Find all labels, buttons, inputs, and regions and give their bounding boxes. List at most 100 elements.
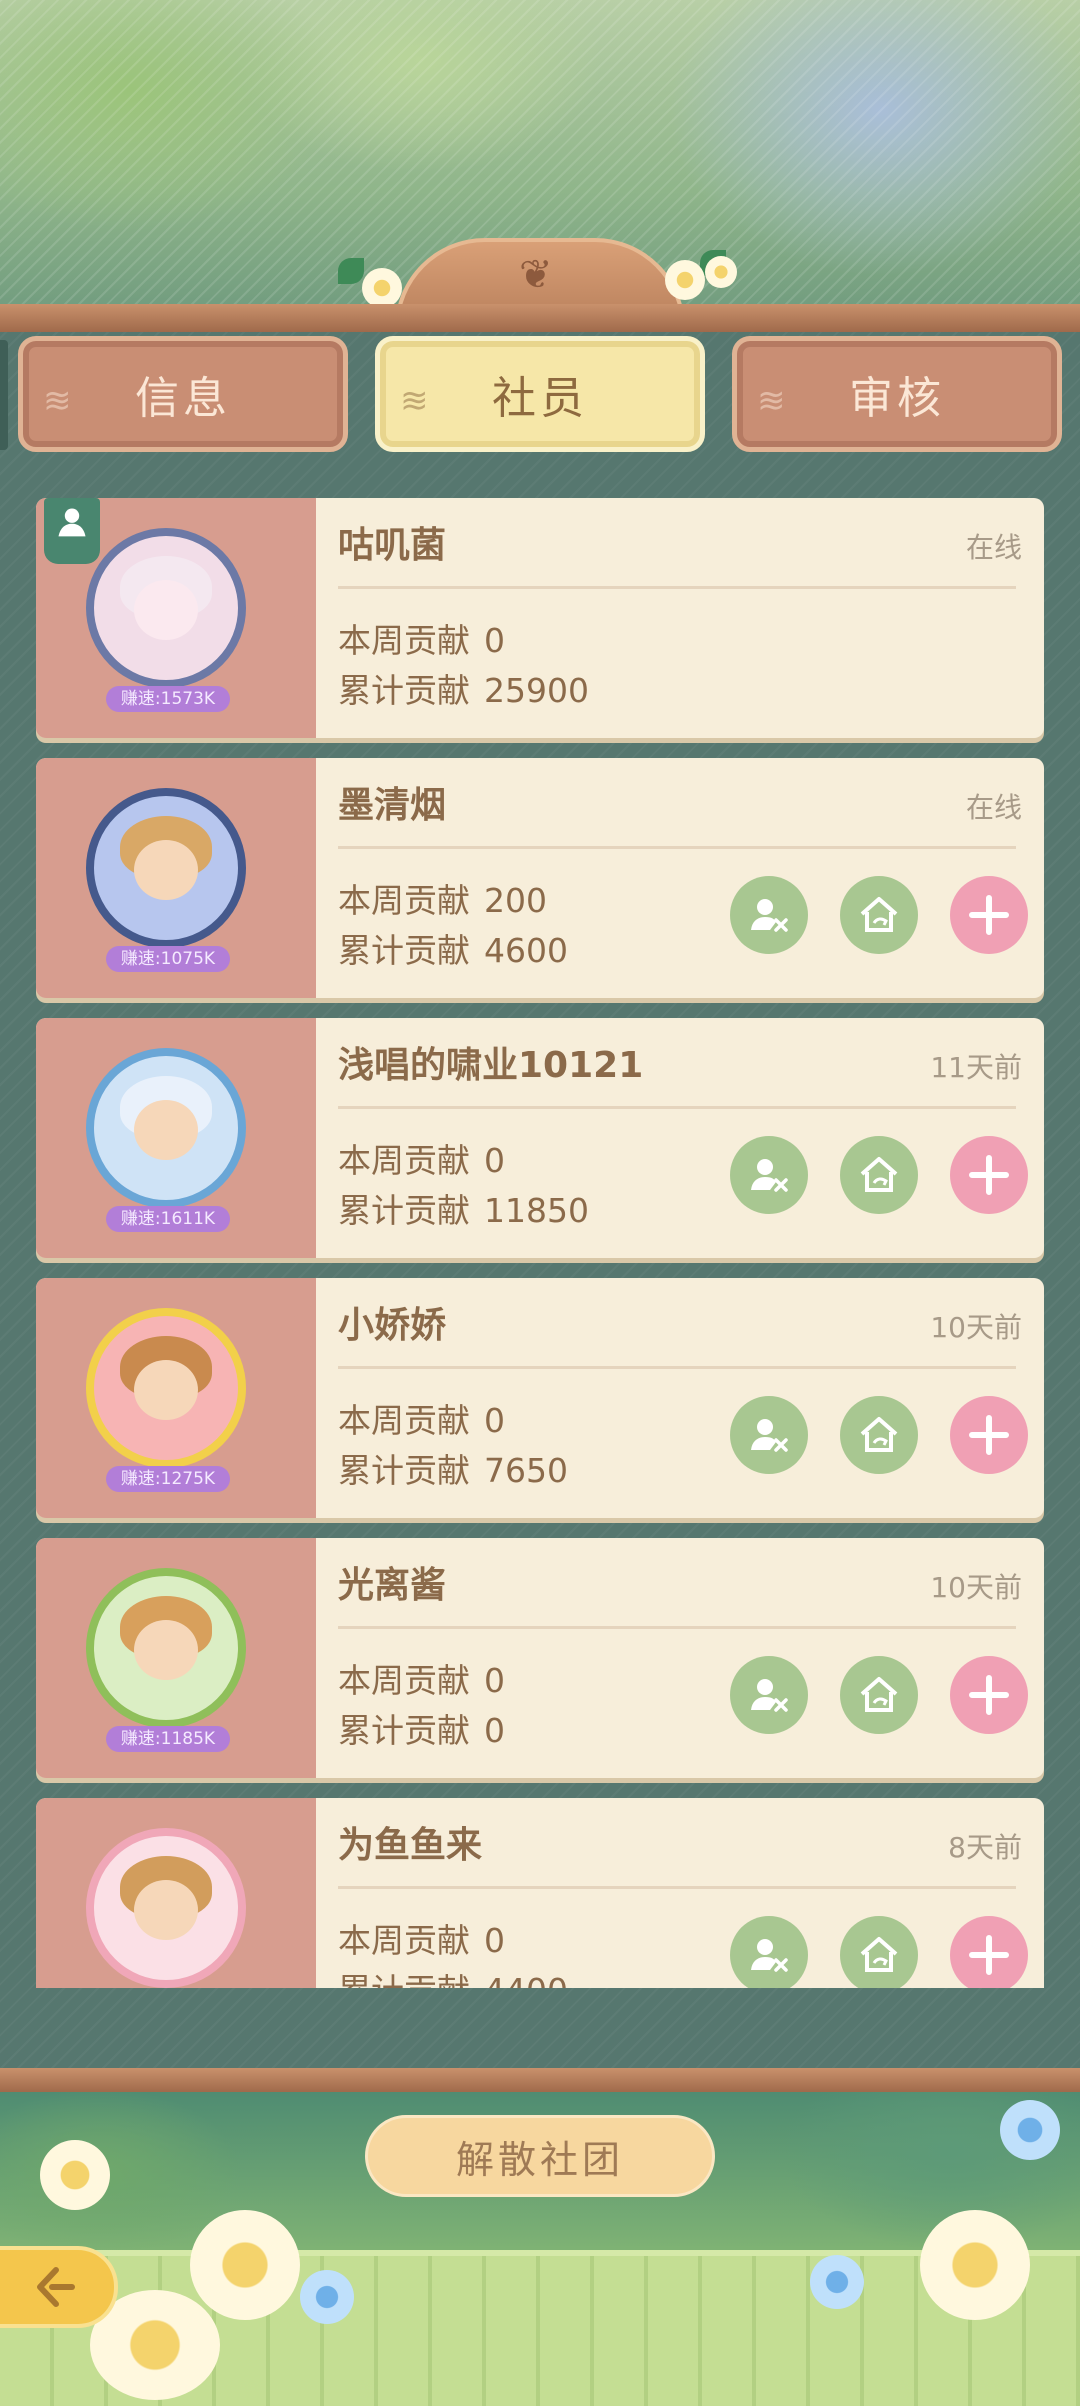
avatar[interactable] [86, 1568, 246, 1728]
remove-member-icon [751, 1419, 788, 1452]
tab-members-label: 社员 [492, 373, 588, 424]
weekly-contribution: 本周贡献 0 [338, 1921, 505, 1960]
total-contribution: 累计贡献 0 [338, 1711, 505, 1750]
member-card[interactable]: 赚速:1075K 墨清烟 在线 本周贡献 200 累计贡献 4600 [36, 758, 1044, 998]
total-contribution: 累计贡献 7650 [338, 1451, 568, 1490]
remove-member-icon [751, 1159, 788, 1192]
tab-review-label: 审核 [849, 373, 945, 424]
add-friend-button[interactable] [950, 1396, 1028, 1474]
swirl-ornament-icon: ≋ [43, 381, 76, 421]
weekly-contribution: 本周贡献 200 [338, 881, 547, 920]
member-status: 11天前 [930, 1051, 1022, 1084]
remove-member-button[interactable] [730, 876, 808, 954]
member-card[interactable]: 赚速:1573K 咕叽菌 在线 本周贡献 0 累计贡献 25900 [36, 498, 1044, 738]
add-friend-button[interactable] [950, 876, 1028, 954]
back-button[interactable] [0, 2246, 118, 2328]
add-friend-button[interactable] [950, 1916, 1028, 1988]
remove-member-button[interactable] [730, 1916, 808, 1988]
visit-home-button[interactable] [840, 1396, 918, 1474]
member-name: 浅唱的啸业10121 [338, 1045, 644, 1086]
speed-badge: 赚速:1611K [106, 1206, 230, 1232]
avatar[interactable] [86, 528, 246, 688]
remove-member-icon [751, 1679, 788, 1712]
speed-badge: 赚速:1275K [106, 1466, 230, 1492]
speed-badge: 赚速:1573K [106, 686, 230, 712]
flower-decoration [40, 2140, 110, 2210]
swirl-ornament-icon: ≋ [757, 381, 790, 421]
member-name: 光离酱 [338, 1565, 447, 1606]
flower-decoration [1000, 2100, 1060, 2160]
flower-decoration [810, 2255, 864, 2309]
flower-decoration [665, 260, 705, 300]
member-name: 墨清烟 [338, 785, 447, 826]
visit-home-button[interactable] [840, 1916, 918, 1988]
wing-ornament-icon: ❦ [519, 252, 553, 298]
member-card[interactable]: 为鱼鱼来 8天前 本周贡献0 累计贡献4400 [36, 1798, 1044, 1988]
flower-decoration [920, 2210, 1030, 2320]
flower-decoration [705, 256, 737, 288]
total-contribution: 累计贡献 25900 [338, 671, 589, 710]
flower-decoration [300, 2270, 354, 2324]
visit-home-button[interactable] [840, 876, 918, 954]
visit-home-button[interactable] [840, 1136, 918, 1214]
divider [338, 1886, 1016, 1889]
add-friend-button[interactable] [950, 1136, 1028, 1214]
divider [338, 1366, 1016, 1369]
member-name: 为鱼鱼来 [338, 1825, 483, 1866]
visit-home-button[interactable] [840, 1656, 918, 1734]
avatar[interactable] [86, 788, 246, 948]
board-bottom-rail [0, 2068, 1080, 2092]
tab-info[interactable]: ≋ 信息 [18, 336, 348, 452]
back-arrow-icon [37, 2267, 75, 2307]
tab-info-label: 信息 [135, 373, 231, 424]
divider [338, 586, 1016, 589]
disband-club-button[interactable]: 解散社团 [365, 2115, 715, 2197]
avatar[interactable] [86, 1308, 246, 1468]
divider [338, 1626, 1016, 1629]
visit-home-icon [860, 1677, 898, 1712]
speed-badge: 赚速:1075K [106, 946, 230, 972]
add-friend-icon [969, 1155, 1009, 1195]
weekly-contribution: 本周贡献 0 [338, 621, 505, 660]
member-status: 在线 [965, 791, 1022, 824]
add-friend-icon [969, 1415, 1009, 1455]
avatar[interactable] [86, 1828, 246, 1988]
member-status: 在线 [965, 531, 1022, 564]
remove-member-button[interactable] [730, 1396, 808, 1474]
remove-member-icon [751, 899, 788, 932]
weekly-contribution: 本周贡献 0 [338, 1401, 505, 1440]
add-friend-button[interactable] [950, 1656, 1028, 1734]
total-contribution: 累计贡献4400 [338, 1964, 568, 1988]
member-card[interactable]: 赚速:1611K 浅唱的啸业10121 11天前 本周贡献 0 累计贡献 11850 [36, 1018, 1044, 1258]
remove-member-button[interactable] [730, 1136, 808, 1214]
member-card[interactable]: 赚速:1275K 小娇娇 10天前 本周贡献 0 累计贡献 7650 [36, 1278, 1044, 1518]
member-status: 10天前 [930, 1311, 1022, 1344]
tab-members[interactable]: ≋ 社员 [375, 336, 705, 452]
flower-decoration [362, 268, 402, 308]
member-status: 8天前 [948, 1831, 1022, 1864]
divider [338, 1106, 1016, 1109]
visit-home-icon [860, 1937, 898, 1972]
member-name: 咕叽菌 [338, 525, 447, 566]
member-list[interactable]: 赚速:1573K 咕叽菌 在线 本周贡献 0 累计贡献 25900 赚速:1075K… [36, 498, 1044, 1988]
flower-decoration [190, 2210, 300, 2320]
edge-handle [0, 340, 8, 450]
total-contribution: 累计贡献 11850 [338, 1191, 589, 1230]
weekly-contribution: 本周贡献 0 [338, 1141, 505, 1180]
remove-member-button[interactable] [730, 1656, 808, 1734]
remove-member-icon [751, 1939, 788, 1972]
visit-home-icon [860, 897, 898, 932]
tab-review[interactable]: ≋ 审核 [732, 336, 1062, 452]
visit-home-icon [860, 1417, 898, 1452]
speed-badge: 赚速:1185K [106, 1726, 230, 1752]
avatar[interactable] [86, 1048, 246, 1208]
add-friend-icon [969, 1935, 1009, 1975]
add-friend-icon [969, 895, 1009, 935]
visit-home-icon [860, 1157, 898, 1192]
member-card[interactable]: 赚速:1185K 光离酱 10天前 本周贡献 0 累计贡献 0 [36, 1538, 1044, 1778]
board-top-rail [0, 304, 1080, 332]
weekly-contribution: 本周贡献 0 [338, 1661, 505, 1700]
total-contribution: 累计贡献 4600 [338, 931, 568, 970]
owner-badge-icon [44, 498, 100, 564]
member-status: 10天前 [930, 1571, 1022, 1604]
